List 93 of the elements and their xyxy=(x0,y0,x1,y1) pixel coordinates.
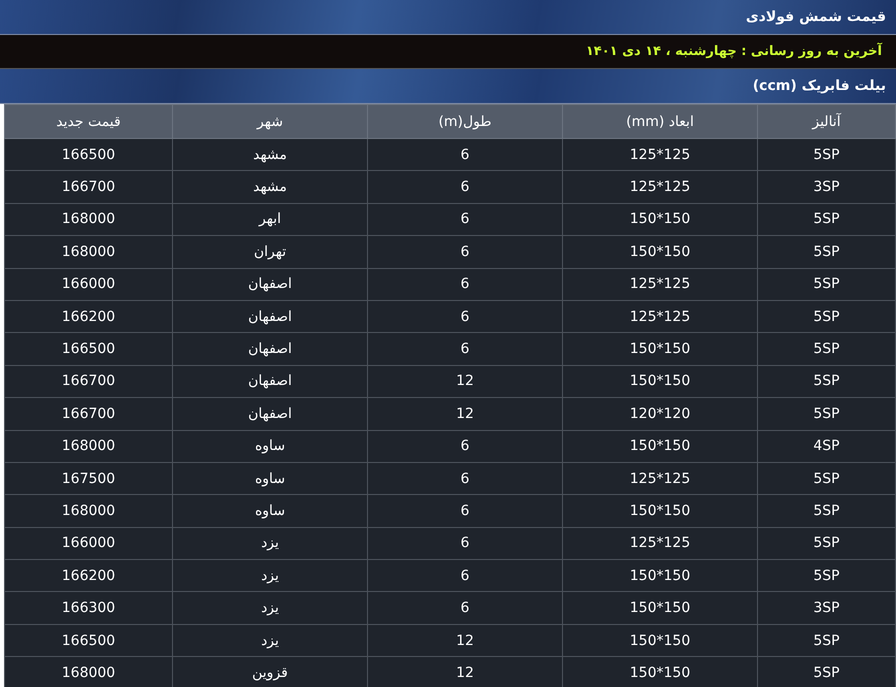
last-update-text: آخرین به روز رسانی : چهارشنبه ، ۱۴ دی ۱۴۰۱ xyxy=(586,44,882,59)
table-cell: 3SP xyxy=(758,170,896,204)
table-cell: ابهر xyxy=(172,203,368,236)
table-cell: 125*125 xyxy=(562,170,758,204)
table-cell: 5SP xyxy=(758,462,896,495)
table-cell: یزد xyxy=(172,592,368,624)
table-cell: 5SP xyxy=(758,624,896,657)
table-cell: 6 xyxy=(368,332,562,366)
table-cell: 125*125 xyxy=(562,138,758,171)
table-cell: 5SP xyxy=(758,365,896,398)
table-cell: 168000 xyxy=(4,656,172,687)
table-cell: 150*150 xyxy=(562,332,758,366)
table-cell: 168000 xyxy=(4,203,172,236)
table-cell: 12 xyxy=(368,624,562,657)
table-cell: 6 xyxy=(368,300,562,333)
table-cell: 5SP xyxy=(758,494,896,528)
table-cell: 6 xyxy=(368,170,562,204)
table-cell: 167500 xyxy=(4,462,172,495)
table-cell: اصفهان xyxy=(172,300,368,333)
table-cell: 12 xyxy=(368,365,562,398)
table-cell: 5SP xyxy=(758,560,896,592)
table-cell: 4SP xyxy=(758,430,896,462)
column-header: شهر xyxy=(172,104,368,138)
table-cell: تهران xyxy=(172,236,368,268)
table-cell: 150*150 xyxy=(562,560,758,592)
table-cell: 125*125 xyxy=(562,300,758,333)
table-cell: 150*150 xyxy=(562,365,758,398)
table-cell: 5SP xyxy=(758,268,896,300)
table-cell: ساوه xyxy=(172,430,368,462)
column-header: آنالیز xyxy=(758,104,896,138)
table-cell: مشهد xyxy=(172,138,368,171)
table-cell: 166000 xyxy=(4,268,172,300)
table-cell: یزد xyxy=(172,624,368,657)
table-cell: 5SP xyxy=(758,332,896,366)
table-cell: 168000 xyxy=(4,430,172,462)
column-header: قیمت جدید xyxy=(4,104,172,138)
table-cell: 12 xyxy=(368,398,562,430)
table-cell: 6 xyxy=(368,236,562,268)
table-cell: 6 xyxy=(368,430,562,462)
table-cell: 150*150 xyxy=(562,203,758,236)
table-cell: یزد xyxy=(172,527,368,560)
table-cell: 5SP xyxy=(758,300,896,333)
table-cell: 6 xyxy=(368,203,562,236)
table-cell: 6 xyxy=(368,138,562,171)
table-cell: 150*150 xyxy=(562,656,758,687)
table-cell: 5SP xyxy=(758,398,896,430)
table-cell: 150*150 xyxy=(562,236,758,268)
table-cell: 166500 xyxy=(4,138,172,171)
table-cell: 168000 xyxy=(4,236,172,268)
table-cell: اصفهان xyxy=(172,398,368,430)
table-cell: 166700 xyxy=(4,398,172,430)
table-cell: 166000 xyxy=(4,527,172,560)
table-cell: ساوه xyxy=(172,494,368,528)
table-cell: 5SP xyxy=(758,527,896,560)
table-cell: 6 xyxy=(368,494,562,528)
table-cell: 150*150 xyxy=(562,430,758,462)
table-cell: 6 xyxy=(368,527,562,560)
table-cell: 150*150 xyxy=(562,494,758,528)
table-cell: 6 xyxy=(368,268,562,300)
table-cell: 3SP xyxy=(758,592,896,624)
table-cell: 12 xyxy=(368,656,562,687)
page-title: قیمت شمش فولادی xyxy=(746,9,886,25)
table-cell: 120*120 xyxy=(562,398,758,430)
table-cell: 166500 xyxy=(4,332,172,366)
table-cell: 150*150 xyxy=(562,624,758,657)
table-cell: 166200 xyxy=(4,300,172,333)
table-cell: 6 xyxy=(368,592,562,624)
table-cell: 166700 xyxy=(4,365,172,398)
table-cell: مشهد xyxy=(172,170,368,204)
table-cell: 5SP xyxy=(758,656,896,687)
table-cell: 150*150 xyxy=(562,592,758,624)
table-cell: 125*125 xyxy=(562,462,758,495)
table-cell: 125*125 xyxy=(562,268,758,300)
table-cell: 5SP xyxy=(758,236,896,268)
table-cell: 6 xyxy=(368,462,562,495)
table-cell: 5SP xyxy=(758,138,896,171)
table-cell: قزوین xyxy=(172,656,368,687)
section-title: بیلت فابریک (ccm) xyxy=(752,78,886,94)
table-cell: 125*125 xyxy=(562,527,758,560)
table-cell: 166300 xyxy=(4,592,172,624)
table-cell: اصفهان xyxy=(172,332,368,366)
table-cell: اصفهان xyxy=(172,268,368,300)
table-cell: یزد xyxy=(172,560,368,592)
table-cell: 166200 xyxy=(4,560,172,592)
column-header: ابعاد (mm) xyxy=(562,104,758,138)
table-cell: 166500 xyxy=(4,624,172,657)
table-cell: ساوه xyxy=(172,462,368,495)
table-cell: اصفهان xyxy=(172,365,368,398)
table-cell: 166700 xyxy=(4,170,172,204)
column-header: طول(m) xyxy=(368,104,562,138)
table-cell: 5SP xyxy=(758,203,896,236)
table-cell: 168000 xyxy=(4,494,172,528)
table-cell: 6 xyxy=(368,560,562,592)
